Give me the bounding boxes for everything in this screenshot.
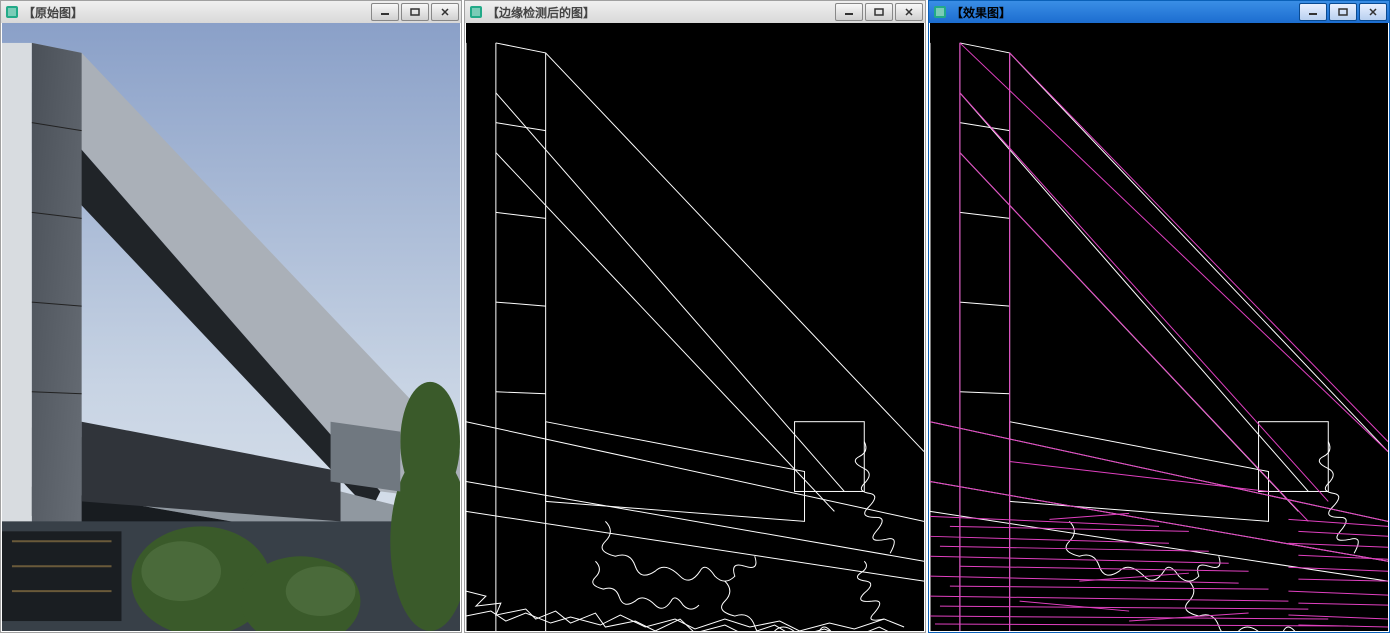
- minimize-button[interactable]: [835, 3, 863, 21]
- titlebar-edges[interactable]: 【边缘检测后的图】: [465, 1, 925, 23]
- image-result: [930, 23, 1388, 631]
- window-controls: [371, 3, 459, 21]
- close-button[interactable]: [431, 3, 459, 21]
- app-icon: [5, 5, 19, 19]
- image-original: [2, 23, 460, 631]
- minimize-button[interactable]: [1299, 3, 1327, 21]
- minimize-button[interactable]: [371, 3, 399, 21]
- maximize-button[interactable]: [401, 3, 429, 21]
- window-title: 【边缘检测后的图】: [487, 4, 595, 21]
- window-original: 【原始图】: [0, 0, 462, 633]
- titlebar-original[interactable]: 【原始图】: [1, 1, 461, 23]
- window-controls: [835, 3, 923, 21]
- app-icon: [933, 5, 947, 19]
- image-edges: [466, 23, 924, 631]
- close-button[interactable]: [1359, 3, 1387, 21]
- window-edges: 【边缘检测后的图】: [464, 0, 926, 633]
- close-button[interactable]: [895, 3, 923, 21]
- window-controls: [1299, 3, 1387, 21]
- window-result: 【效果图】: [928, 0, 1390, 633]
- window-title: 【效果图】: [951, 4, 1011, 21]
- maximize-button[interactable]: [1329, 3, 1357, 21]
- titlebar-result[interactable]: 【效果图】: [929, 1, 1389, 23]
- window-title: 【原始图】: [23, 4, 83, 21]
- maximize-button[interactable]: [865, 3, 893, 21]
- app-icon: [469, 5, 483, 19]
